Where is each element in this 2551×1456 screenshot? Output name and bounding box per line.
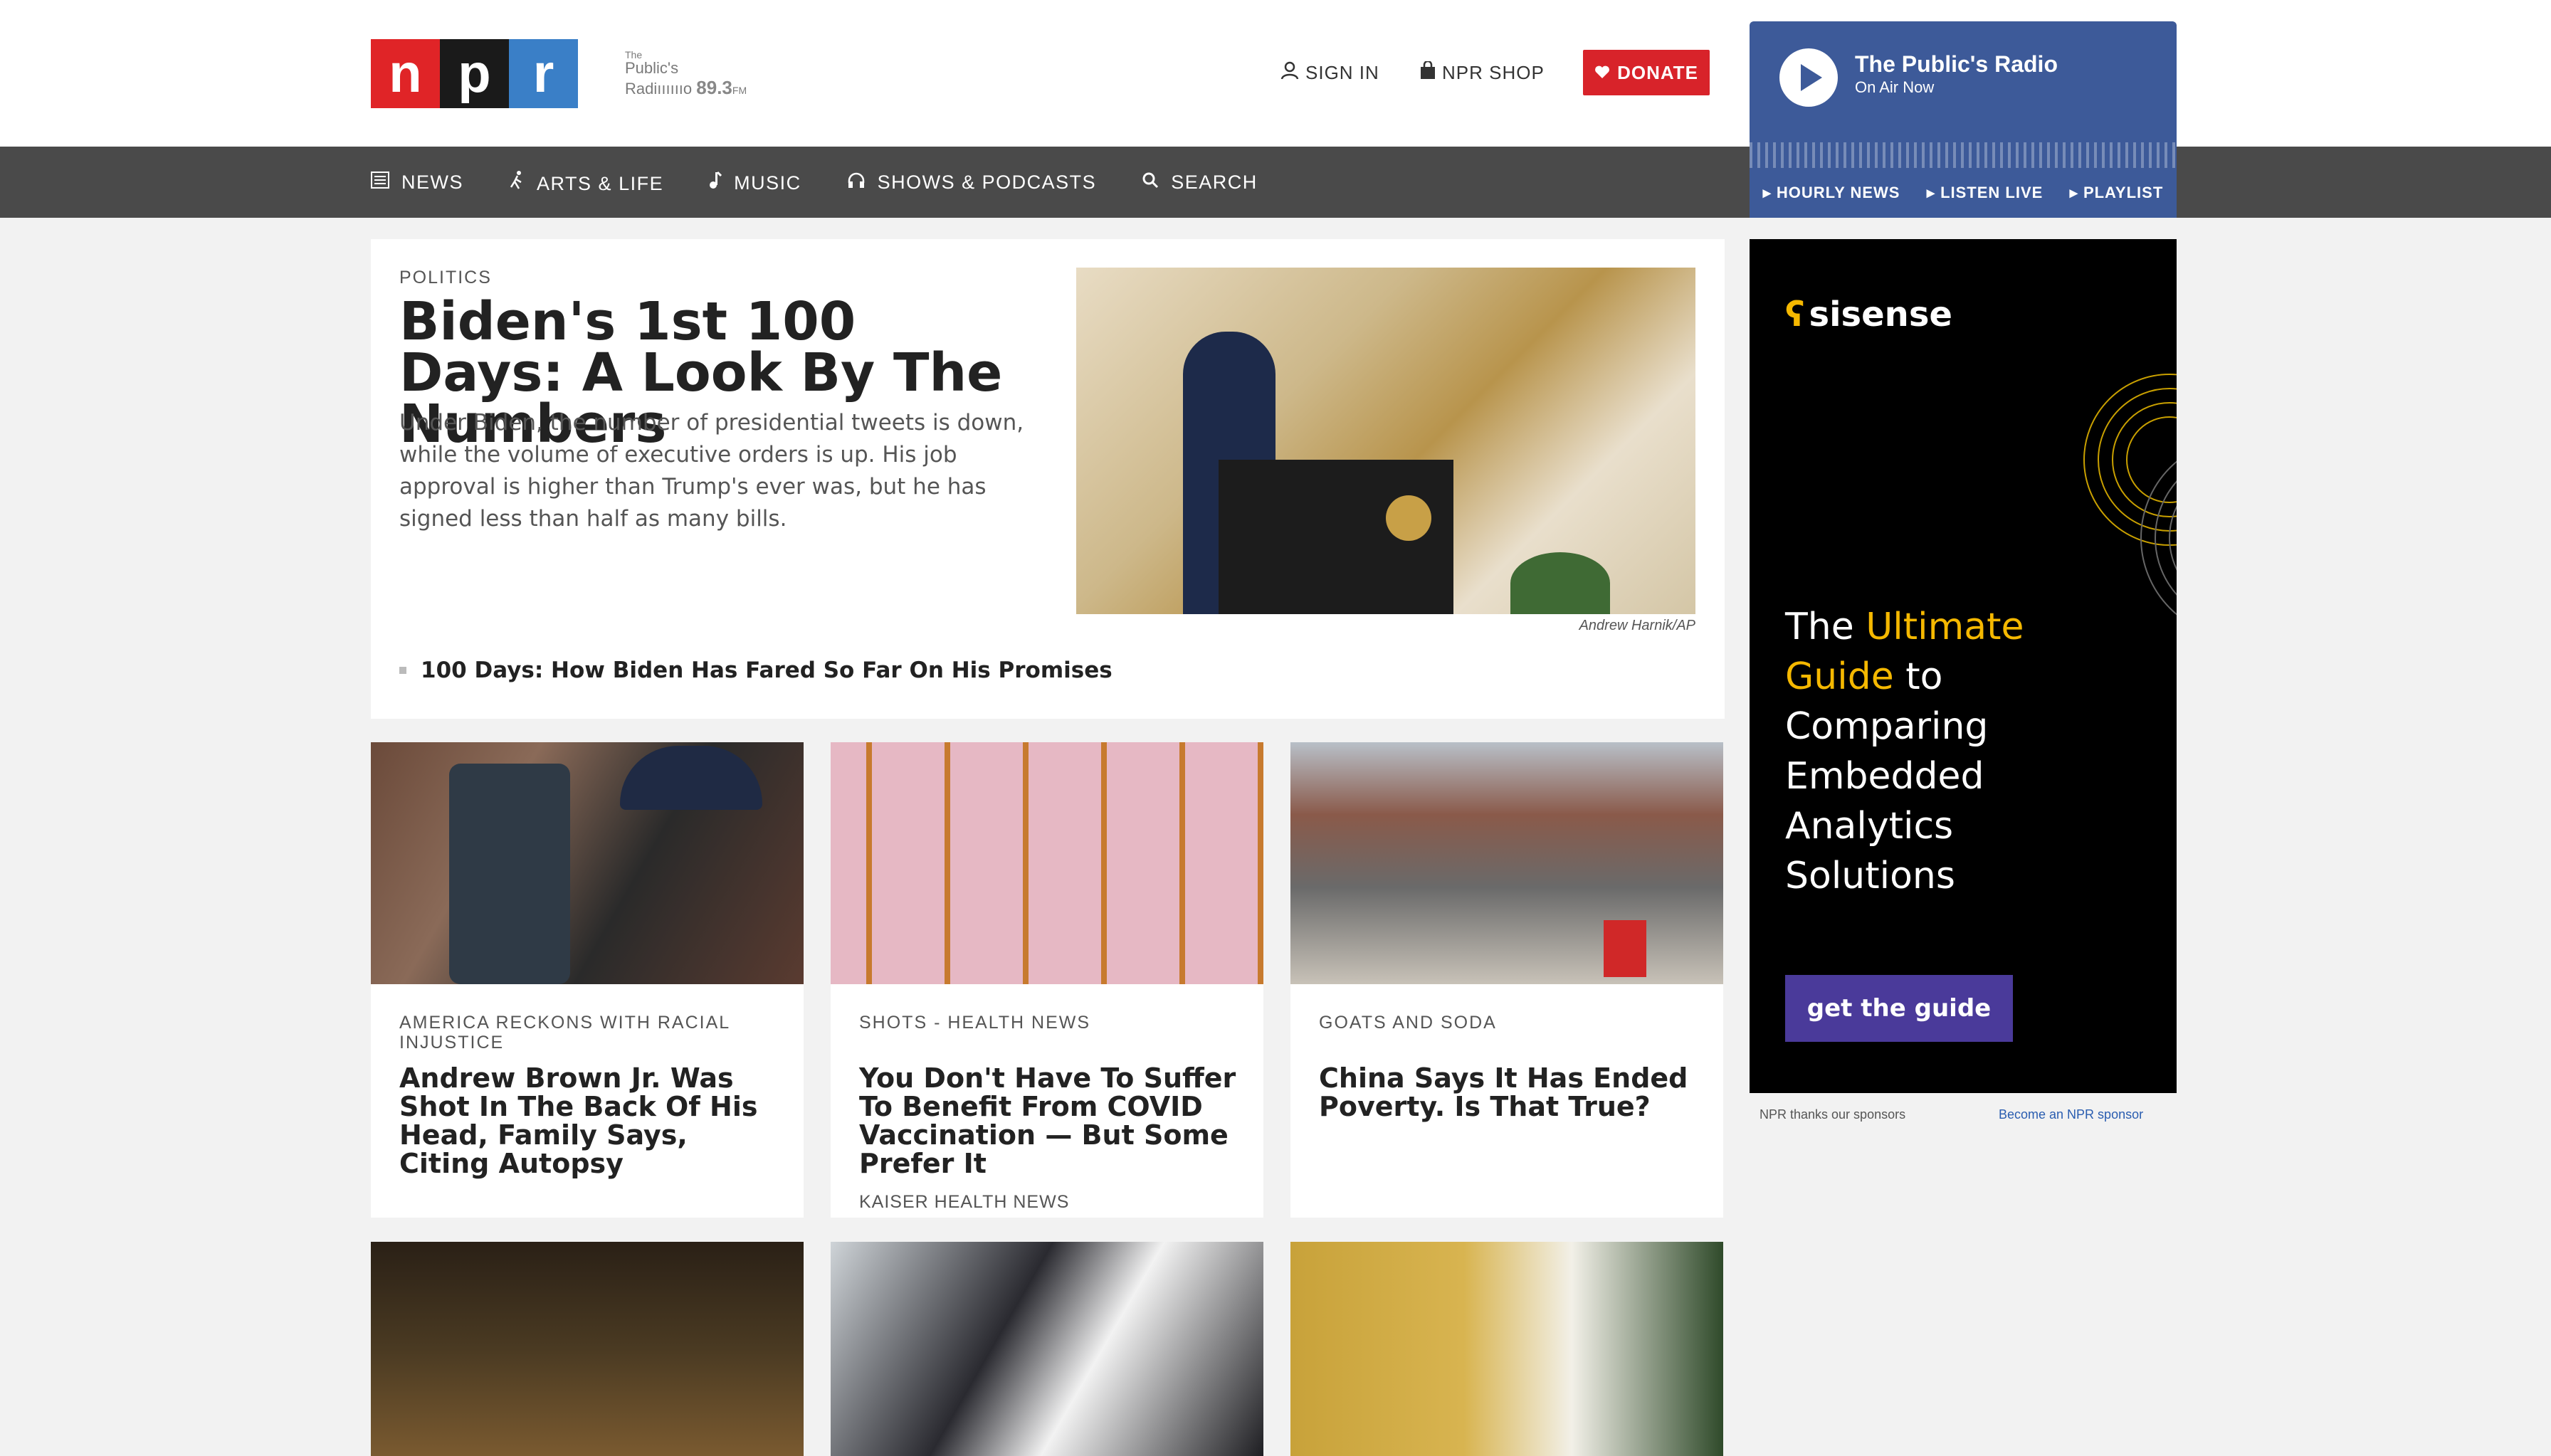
related-story-label: 100 Days: How Biden Has Fared So Far On … xyxy=(421,658,1113,683)
featured-image[interactable] xyxy=(1076,268,1695,614)
user-icon xyxy=(1280,60,1300,85)
image-seal xyxy=(1386,495,1431,541)
hourly-news-link[interactable]: ▸ HOURLY NEWS xyxy=(1763,184,1900,202)
become-sponsor-link[interactable]: Become an NPR sponsor xyxy=(1999,1107,2143,1122)
nav-item-shows-podcasts[interactable]: SHOWS & PODCASTS xyxy=(847,172,1097,194)
sponsor-note: NPR thanks our sponsors xyxy=(1760,1107,1906,1122)
logo-letter-p: p xyxy=(440,39,509,108)
npr-shop-link[interactable]: NPR SHOP xyxy=(1419,50,1545,95)
search-icon xyxy=(1142,172,1165,193)
station-line2: Public's xyxy=(625,59,679,77)
advertisement[interactable]: ʕ sisense The Ultimate Guide to Comparing… xyxy=(1750,239,2177,1093)
sisense-logo-icon: ʕ xyxy=(1785,295,1805,334)
donate-label: DONATE xyxy=(1617,61,1698,83)
nav-arts-label: ARTS & LIFE xyxy=(537,172,664,194)
story-card: SHOTS - HEALTH NEWS You Don't Have To Su… xyxy=(831,742,1263,1218)
play-button[interactable] xyxy=(1779,48,1838,107)
nav-news-label: NEWS xyxy=(401,171,464,193)
story-slug[interactable]: AMERICA RECKONS WITH RACIAL INJUSTICE xyxy=(399,1013,784,1053)
story-slug[interactable]: SHOTS - HEALTH NEWS xyxy=(859,1013,1243,1033)
nav-item-music[interactable]: MUSIC xyxy=(709,171,801,194)
story-image[interactable] xyxy=(831,1242,1263,1456)
sign-in-label: SIGN IN xyxy=(1305,61,1379,83)
main-nav: NEWS ARTS & LIFE MUSIC SHOWS & PODCASTS … xyxy=(371,147,1258,218)
featured-story: POLITICS Biden's 1st 100 Days: A Look By… xyxy=(371,239,1725,719)
red-suitcase xyxy=(1604,920,1646,977)
playlist-label: PLAYLIST xyxy=(2083,184,2164,201)
news-icon xyxy=(371,171,396,193)
station-frequency: 89.3 xyxy=(696,77,732,98)
shopping-bag-icon xyxy=(1419,60,1436,85)
ad-brand-label: sisense xyxy=(1809,295,1952,334)
audio-waveform xyxy=(1750,142,2177,168)
sign-in-link[interactable]: SIGN IN xyxy=(1280,50,1379,95)
story-image[interactable] xyxy=(371,742,804,984)
story-title[interactable]: China Says It Has Ended Poverty. Is That… xyxy=(1319,1064,1696,1121)
headphones-icon xyxy=(847,172,872,193)
story-slug[interactable]: GOATS AND SODA xyxy=(1319,1013,1703,1033)
image-plant xyxy=(1510,552,1610,614)
nav-shows-label: SHOWS & PODCASTS xyxy=(877,171,1097,193)
arts-icon xyxy=(509,170,531,194)
story-image[interactable] xyxy=(371,1242,804,1456)
nav-item-arts-life[interactable]: ARTS & LIFE xyxy=(509,170,663,195)
story-title[interactable]: You Don't Have To Suffer To Benefit From… xyxy=(859,1064,1236,1178)
logo-letter-r: r xyxy=(509,39,578,108)
logo-letter-n: n xyxy=(371,39,440,108)
featured-slug[interactable]: POLITICS xyxy=(399,268,492,288)
npr-shop-label: NPR SHOP xyxy=(1442,61,1545,83)
nav-music-label: MUSIC xyxy=(734,172,801,194)
nav-search-label: SEARCH xyxy=(1171,171,1258,193)
player-links: ▸ HOURLY NEWS ▸ LISTEN LIVE ▸ PLAYLIST xyxy=(1750,168,2177,218)
station-logo[interactable]: The Public's Radiııııııo 89.3FM xyxy=(625,50,747,99)
story-title[interactable]: Andrew Brown Jr. Was Shot In The Back Of… xyxy=(399,1064,777,1178)
related-story-link[interactable]: 100 Days: How Biden Has Fared So Far On … xyxy=(399,658,1113,683)
station-band: FM xyxy=(732,85,747,96)
nav-item-search[interactable]: SEARCH xyxy=(1142,172,1258,194)
ad-cta-button[interactable]: get the guide xyxy=(1785,975,2013,1042)
story-image[interactable] xyxy=(831,742,1263,984)
ad-headline: The Ultimate Guide to Comparing Embedded… xyxy=(1785,602,2070,901)
nav-item-news[interactable]: NEWS xyxy=(371,171,464,194)
hourly-news-label: HOURLY NEWS xyxy=(1776,184,1900,201)
listen-live-link[interactable]: ▸ LISTEN LIVE xyxy=(1927,184,2043,202)
ad-headline-pre: The xyxy=(1785,606,1866,648)
story-card: AMERICA RECKONS WITH RACIAL INJUSTICE An… xyxy=(371,742,804,1218)
music-note-icon xyxy=(709,171,728,194)
station-name[interactable]: The Public's Radio xyxy=(1855,51,2058,78)
cap-shape xyxy=(620,746,762,810)
station-line1: The xyxy=(625,49,643,60)
listen-live-label: LISTEN LIVE xyxy=(1940,184,2044,201)
donate-button[interactable]: DONATE xyxy=(1583,50,1710,95)
featured-teaser[interactable]: Under Biden, the number of presidential … xyxy=(399,407,1026,535)
playlist-link[interactable]: ▸ PLAYLIST xyxy=(2070,184,2163,202)
station-line3: Radiııııııo xyxy=(625,80,693,97)
ad-brand: ʕ sisense xyxy=(1785,295,1952,334)
on-air-status: On Air Now xyxy=(1855,78,1935,96)
live-radio-player: The Public's Radio On Air Now ▸ HOURLY N… xyxy=(1750,21,2177,218)
story-image[interactable] xyxy=(1290,742,1723,984)
story-source: KAISER HEALTH NEWS xyxy=(859,1192,1070,1212)
heart-icon xyxy=(1594,62,1610,84)
story-card: GOATS AND SODA China Says It Has Ended P… xyxy=(1290,742,1723,1218)
npr-logo[interactable]: n p r xyxy=(371,39,578,108)
bullet-icon xyxy=(399,667,406,674)
image-credit: Andrew Harnik/AP xyxy=(1579,618,1695,633)
phone-shape xyxy=(449,764,570,984)
story-image[interactable] xyxy=(1290,1242,1723,1456)
